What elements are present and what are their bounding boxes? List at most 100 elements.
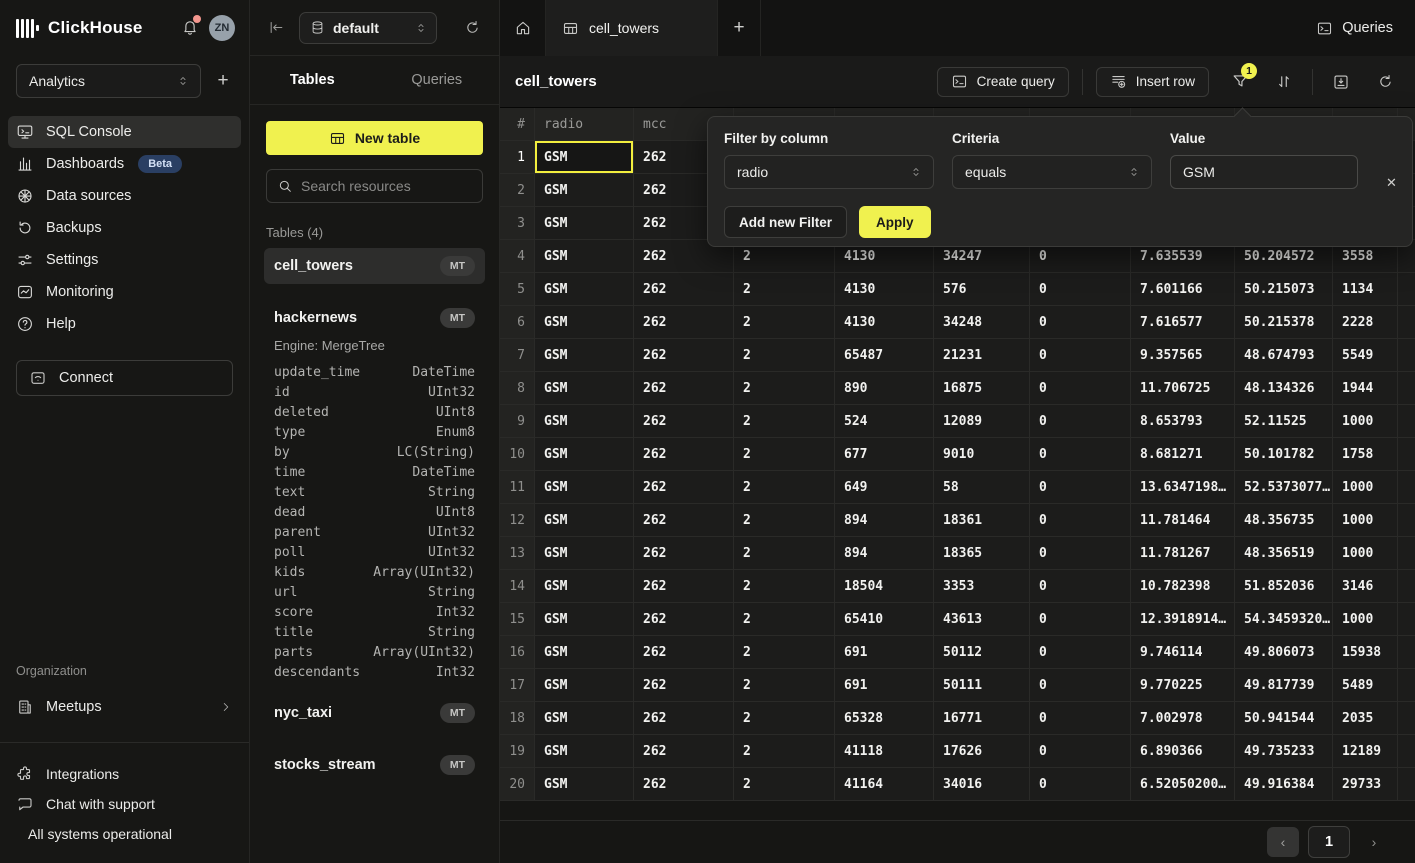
connect-button[interactable]: Connect (16, 360, 233, 396)
sidebar-nav-item[interactable]: SQL Console (8, 116, 241, 148)
data-cell[interactable]: 51.852036 (1235, 570, 1333, 603)
filter-criteria-select[interactable]: equals (952, 155, 1152, 189)
data-cell[interactable]: GSM (535, 405, 634, 438)
sidebar-footer-item[interactable]: Integrations (16, 759, 233, 789)
create-query-button[interactable]: Create query (937, 67, 1069, 97)
data-cell[interactable]: 18365 (934, 537, 1030, 570)
data-cell[interactable]: 262 (634, 636, 734, 669)
data-cell[interactable]: 262 (634, 669, 734, 702)
workspace-select[interactable]: Analytics (16, 64, 201, 98)
data-cell[interactable]: 41164 (835, 768, 934, 801)
explorer-tab[interactable]: Tables (250, 56, 375, 104)
data-cell[interactable]: 9.746114 (1131, 636, 1235, 669)
data-cell[interactable]: 262 (634, 603, 734, 636)
data-cell[interactable]: 1000 (1333, 537, 1398, 570)
data-cell[interactable]: 262 (634, 306, 734, 339)
data-cell[interactable]: 6.890366 (1131, 735, 1235, 768)
data-cell[interactable]: 2 (734, 306, 835, 339)
data-cell[interactable]: 34248 (934, 306, 1030, 339)
data-cell[interactable]: 9.770225 (1131, 669, 1235, 702)
data-cell[interactable]: 0 (1030, 669, 1131, 702)
data-cell[interactable]: 2 (734, 768, 835, 801)
data-cell[interactable]: 1758 (1333, 438, 1398, 471)
data-cell[interactable]: 262 (634, 339, 734, 372)
next-page-button[interactable]: › (1359, 827, 1389, 857)
data-cell[interactable]: 2 (734, 339, 835, 372)
data-cell[interactable]: GSM (535, 339, 634, 372)
data-cell[interactable]: 0 (1030, 570, 1131, 603)
data-cell[interactable]: 9010 (934, 438, 1030, 471)
data-cell[interactable]: 649 (835, 471, 934, 504)
data-cell[interactable]: 7.601166 (1131, 273, 1235, 306)
data-cell[interactable]: 43613 (934, 603, 1030, 636)
data-cell[interactable]: 7.002978 (1131, 702, 1235, 735)
row-number-header[interactable]: # (500, 108, 535, 141)
data-cell[interactable]: 21231 (934, 339, 1030, 372)
data-cell[interactable]: 52.11525 (1235, 405, 1333, 438)
data-cell[interactable]: 1000 (1333, 471, 1398, 504)
data-cell[interactable]: 262 (634, 537, 734, 570)
data-cell[interactable]: 262 (634, 372, 734, 405)
data-cell[interactable]: 52.5373077… (1235, 471, 1333, 504)
data-cell[interactable]: 11.781464 (1131, 504, 1235, 537)
data-cell[interactable]: 49.817739 (1235, 669, 1333, 702)
data-cell[interactable]: 50.941544 (1235, 702, 1333, 735)
data-cell[interactable]: 50.101782 (1235, 438, 1333, 471)
data-cell[interactable]: GSM (535, 273, 634, 306)
data-cell[interactable]: GSM (535, 174, 634, 207)
data-cell[interactable]: 0 (1030, 372, 1131, 405)
data-cell[interactable]: 16771 (934, 702, 1030, 735)
data-cell[interactable]: 4130 (835, 306, 934, 339)
data-cell[interactable]: 894 (835, 537, 934, 570)
database-select[interactable]: default (299, 12, 437, 44)
data-cell[interactable]: 48.356519 (1235, 537, 1333, 570)
data-cell[interactable]: 677 (835, 438, 934, 471)
data-cell[interactable]: 41118 (835, 735, 934, 768)
sidebar-nav-item[interactable]: Data sources (8, 180, 241, 212)
data-cell[interactable]: 50.215378 (1235, 306, 1333, 339)
add-workspace-button[interactable]: + (211, 69, 235, 93)
data-cell[interactable]: GSM (535, 141, 634, 174)
data-cell[interactable]: 54.3459320… (1235, 603, 1333, 636)
data-cell[interactable]: 12189 (1333, 735, 1398, 768)
data-cell[interactable]: 2 (734, 471, 835, 504)
data-cell[interactable]: 3353 (934, 570, 1030, 603)
data-cell[interactable]: GSM (535, 240, 634, 273)
data-cell[interactable]: 691 (835, 669, 934, 702)
data-cell[interactable]: GSM (535, 372, 634, 405)
column-header[interactable]: radio (535, 108, 634, 141)
close-icon[interactable]: ✕ (1386, 173, 1397, 193)
data-cell[interactable]: GSM (535, 537, 634, 570)
avatar[interactable]: ZN (209, 15, 235, 41)
data-cell[interactable]: 29733 (1333, 768, 1398, 801)
data-cell[interactable]: GSM (535, 669, 634, 702)
data-cell[interactable]: 691 (835, 636, 934, 669)
data-cell[interactable]: 18504 (835, 570, 934, 603)
data-cell[interactable]: GSM (535, 471, 634, 504)
data-cell[interactable]: 12.3918914… (1131, 603, 1235, 636)
data-cell[interactable]: 2 (734, 636, 835, 669)
data-cell[interactable]: 4130 (835, 273, 934, 306)
data-cell[interactable]: 50111 (934, 669, 1030, 702)
sidebar-nav-item[interactable]: Monitoring (8, 276, 241, 308)
new-table-button[interactable]: New table (266, 121, 483, 155)
explorer-tab[interactable]: Queries (375, 56, 500, 104)
queries-button[interactable]: Queries (1316, 20, 1393, 37)
data-cell[interactable]: 11.706725 (1131, 372, 1235, 405)
home-tab[interactable] (500, 0, 546, 56)
data-cell[interactable]: GSM (535, 438, 634, 471)
data-cell[interactable]: 11.781267 (1131, 537, 1235, 570)
data-cell[interactable]: 262 (634, 471, 734, 504)
data-cell[interactable]: 0 (1030, 339, 1131, 372)
data-cell[interactable]: 2 (734, 702, 835, 735)
data-cell[interactable]: 262 (634, 702, 734, 735)
data-cell[interactable]: 10.782398 (1131, 570, 1235, 603)
data-cell[interactable]: 894 (835, 504, 934, 537)
previous-page-button[interactable]: ‹ (1267, 827, 1299, 857)
data-cell[interactable]: 0 (1030, 471, 1131, 504)
data-cell[interactable]: 1000 (1333, 405, 1398, 438)
data-cell[interactable]: 0 (1030, 636, 1131, 669)
data-cell[interactable]: 17626 (934, 735, 1030, 768)
data-cell[interactable]: 16875 (934, 372, 1030, 405)
data-cell[interactable]: GSM (535, 603, 634, 636)
